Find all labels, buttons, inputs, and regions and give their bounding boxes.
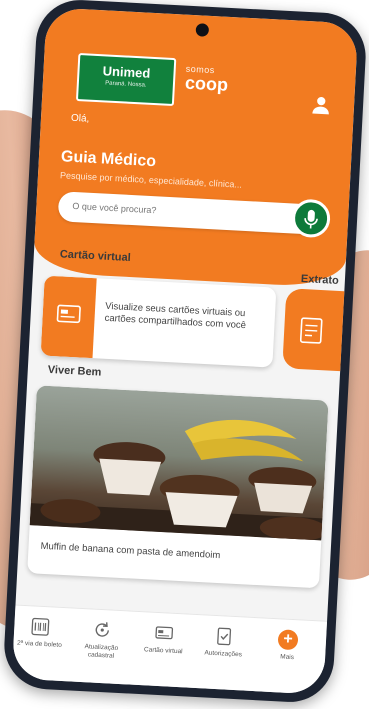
extrato-card[interactable] (282, 288, 347, 372)
search-input[interactable] (70, 199, 275, 223)
extrato-heading: Extrato (300, 272, 340, 287)
phone-frame: Unimed Paraná. Nossa. somos coop Olá, Gu… (2, 0, 368, 705)
bottom-navigation: 2ª via de boleto Atualização cadastral C… (11, 604, 328, 695)
card-icon (155, 626, 174, 640)
card-icon (56, 304, 81, 324)
cartao-virtual-text: Visualize seus cartões virtuais ou cartõ… (104, 300, 247, 332)
document-icon (299, 317, 323, 344)
nav-label-mais: Mais (280, 653, 295, 662)
greeting-text: Olá, (70, 112, 90, 125)
somos-coop-logo: somos coop (184, 64, 229, 95)
voice-search-button[interactable] (291, 198, 332, 239)
app-header: Unimed Paraná. Nossa. somos coop Olá, Gu… (32, 7, 359, 289)
coop-logo-big: coop (184, 72, 229, 95)
search-bar[interactable] (57, 191, 332, 239)
document-check-icon (217, 627, 232, 646)
muffin-photo (29, 385, 329, 542)
guia-medico-subtitle: Pesquise por médico, especialidade, clín… (59, 170, 243, 190)
nav-item-autorizacoes[interactable]: Autorizações (193, 625, 255, 660)
nav-item-boleto[interactable]: 2ª via de boleto (12, 615, 71, 650)
nav-item-mais[interactable]: + Mais (257, 628, 319, 663)
update-icon (95, 622, 109, 637)
viver-bem-heading: Viver Bem (47, 363, 102, 379)
viver-bem-caption: Muffin de banana com pasta de amendoim (40, 540, 221, 562)
nav-item-cartao[interactable]: Cartão virtual (133, 622, 195, 657)
profile-icon[interactable] (310, 93, 333, 116)
cartao-virtual-card[interactable]: Visualize seus cartões virtuais ou cartõ… (40, 275, 277, 368)
phone-screen: Unimed Paraná. Nossa. somos coop Olá, Gu… (11, 7, 359, 695)
photo-stage: Unimed Paraná. Nossa. somos coop Olá, Gu… (0, 0, 369, 709)
nav-label-atualizacao: Atualização cadastral (84, 643, 119, 660)
nav-label-autorizacoes: Autorizações (204, 649, 243, 659)
card-icon-panel (40, 275, 97, 359)
guia-medico-title[interactable]: Guia Médico (60, 148, 157, 171)
muffin-illustration (29, 419, 328, 542)
unimed-logo: Unimed Paraná. Nossa. (75, 53, 177, 107)
plus-icon: + (277, 629, 299, 651)
nav-item-atualizacao[interactable]: Atualização cadastral (71, 618, 133, 661)
microphone-icon (304, 209, 318, 229)
nav-label-boleto: 2ª via de boleto (16, 639, 62, 649)
barcode-icon (31, 617, 50, 636)
nav-label-cartao: Cartão virtual (143, 646, 183, 656)
viver-bem-card[interactable]: Muffin de banana com pasta de amendoim (27, 385, 329, 589)
